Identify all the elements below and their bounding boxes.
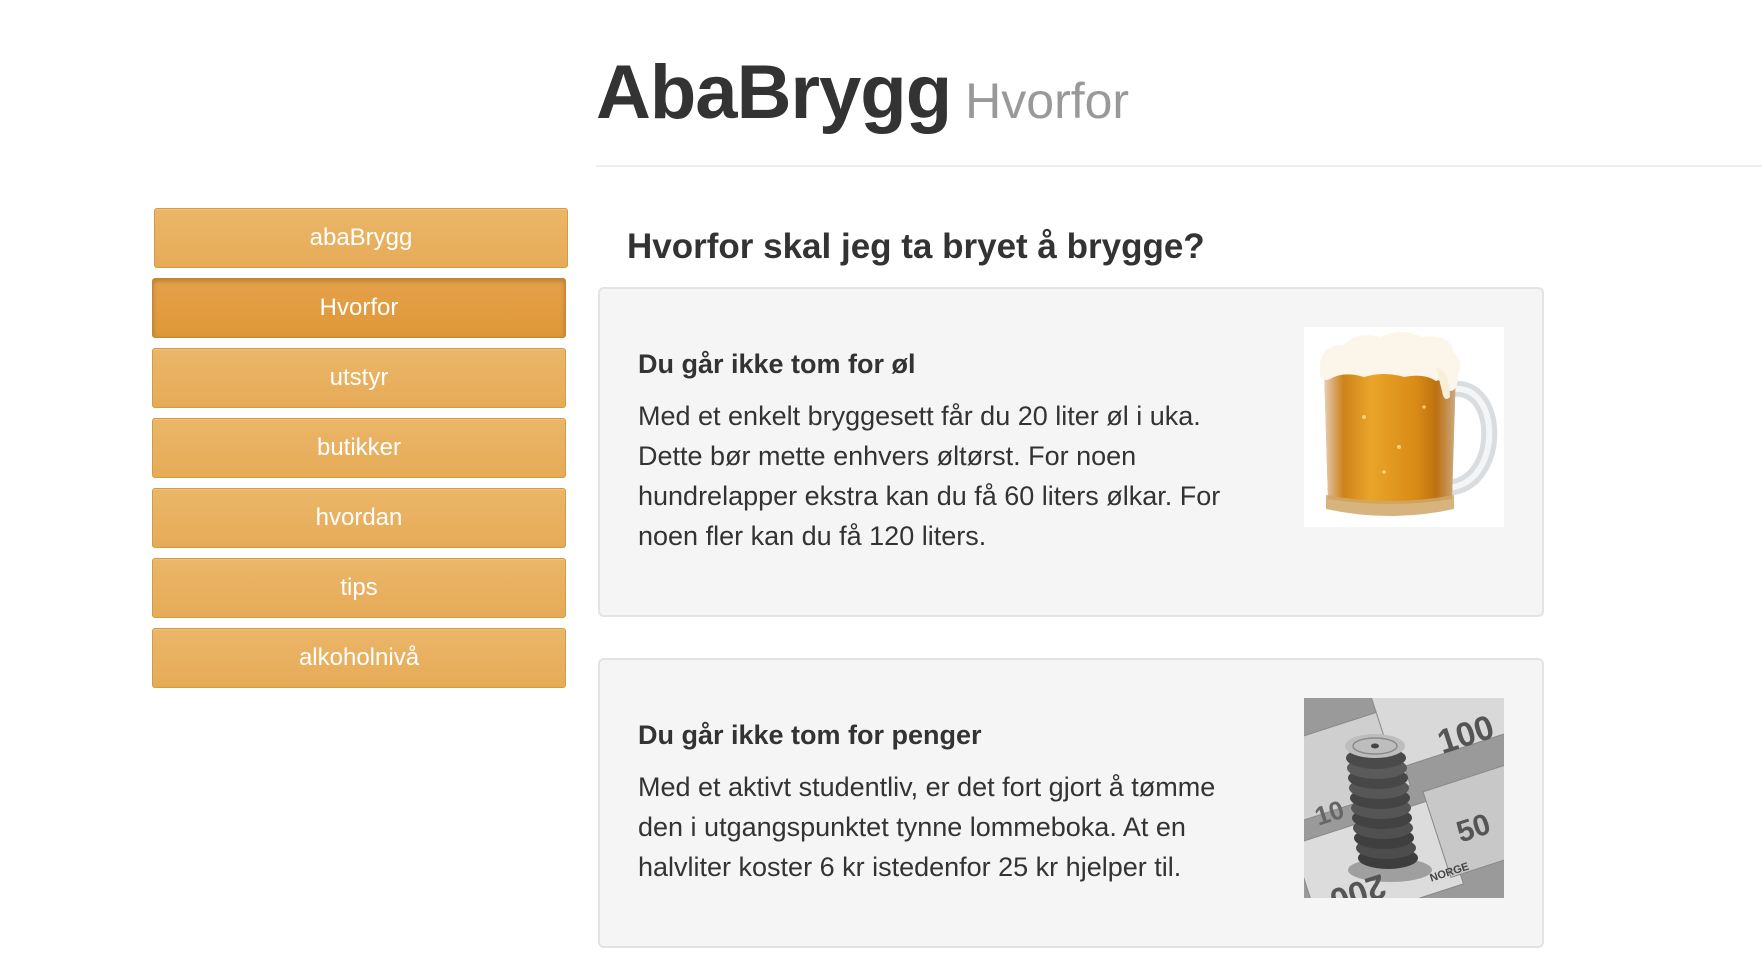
sidebar-item-alkoholniva[interactable]: alkoholnivå	[152, 628, 566, 688]
beer-mug-icon	[1319, 332, 1498, 516]
sidebar-item-tips[interactable]: tips	[152, 558, 566, 618]
sidebar-item-butikker[interactable]: butikker	[152, 418, 566, 478]
card-text: Med et aktivt studentliv, er det fort gj…	[638, 772, 1216, 882]
site-title: AbaBrygg Hvorfor	[596, 48, 1129, 146]
coins-and-banknotes-image: 100 200 50 10 NORGE	[1304, 698, 1504, 898]
sidebar-item-utstyr[interactable]: utstyr	[152, 348, 566, 408]
site-title-text: AbaBrygg	[596, 50, 952, 135]
page-header: AbaBrygg Hvorfor	[596, 0, 1762, 167]
beer-mug-image	[1304, 327, 1504, 527]
reason-card-money: Du går ikke tom for penger Med et aktivt…	[598, 658, 1544, 948]
card-text: Med et enkelt bryggesett får du 20 liter…	[638, 401, 1221, 551]
coins-icon: 100 200 50 10 NORGE	[1304, 698, 1504, 898]
sidebar-item-ababrygg[interactable]: abaBrygg	[154, 208, 568, 268]
sidebar-item-hvordan[interactable]: hvordan	[152, 488, 566, 548]
card-title: Du går ikke tom for penger	[638, 720, 982, 750]
sidebar-item-hvorfor[interactable]: Hvorfor	[152, 278, 566, 338]
section-heading: Hvorfor skal jeg ta bryet å brygge?	[627, 227, 1205, 266]
site-subtitle: Hvorfor	[965, 73, 1130, 129]
card-title: Du går ikke tom for øl	[638, 349, 916, 379]
reason-card-beer: Du går ikke tom for øl Med et enkelt bry…	[598, 287, 1544, 617]
